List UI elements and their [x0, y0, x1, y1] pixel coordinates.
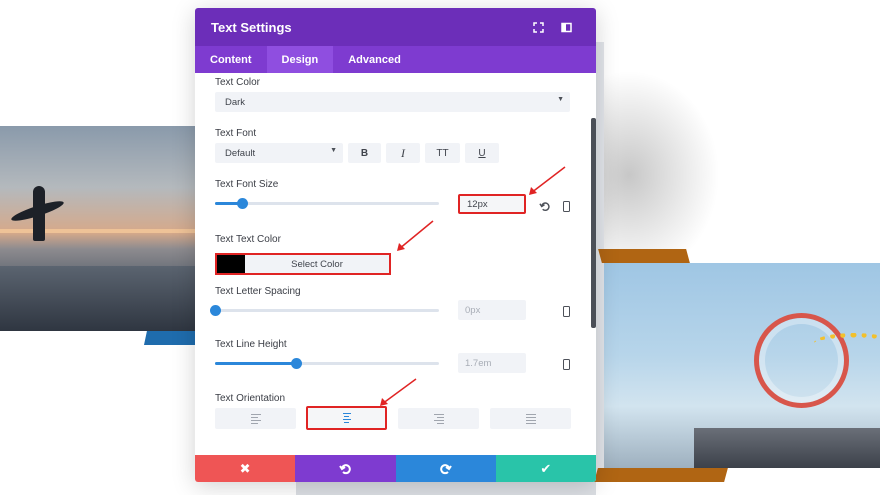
align-left-icon	[250, 413, 261, 424]
align-left-button[interactable]	[215, 408, 296, 429]
text-font-value: Default	[225, 147, 256, 159]
text-letter-spacing-label: Text Letter Spacing	[215, 286, 301, 297]
bold-button[interactable]: B	[348, 143, 381, 163]
orange-accent-shape	[598, 249, 690, 263]
letter-spacing-slider-handle[interactable]	[210, 305, 221, 316]
text-color-select[interactable]: Dark ▼	[215, 92, 570, 112]
photo-pier-deck	[694, 428, 880, 468]
surfer-photo	[0, 126, 200, 331]
mobile-icon[interactable]	[559, 304, 573, 318]
photo-ferris-wheel	[754, 313, 849, 408]
mobile-icon[interactable]	[559, 199, 573, 213]
align-right-icon	[433, 413, 444, 424]
fullscreen-icon[interactable]	[524, 17, 552, 37]
align-center-icon	[342, 413, 351, 423]
cancel-button[interactable]: ✖	[195, 455, 296, 482]
mobile-icon[interactable]	[559, 357, 573, 371]
italic-button[interactable]: I	[386, 143, 420, 163]
photo-horizon	[0, 229, 200, 233]
text-orientation-label: Text Orientation	[215, 393, 286, 404]
color-picker[interactable]: Select Color	[215, 253, 391, 275]
photo-surfer-figure	[33, 186, 45, 241]
text-font-select[interactable]: Default ▼	[215, 143, 343, 163]
text-font-size-label: Text Font Size	[215, 179, 279, 190]
modal-header: Text Settings	[195, 8, 596, 46]
text-text-color-label: Text Text Color	[215, 234, 281, 245]
font-size-slider-handle[interactable]	[237, 198, 248, 209]
action-bar: ✖ ✔	[195, 455, 596, 482]
line-height-input[interactable]: 1.7em	[458, 353, 526, 373]
text-font-label: Text Font	[215, 128, 257, 139]
check-icon: ✔	[540, 460, 552, 476]
line-height-slider-fill	[215, 362, 296, 365]
save-button[interactable]: ✔	[495, 455, 596, 482]
close-icon: ✖	[239, 460, 251, 476]
chevron-down-icon: ▼	[330, 147, 337, 154]
text-settings-modal: Text Settings Content Design Advanced Te…	[195, 8, 596, 482]
annotation-arrow-font-size	[529, 166, 566, 195]
letter-spacing-input[interactable]: 0px	[458, 300, 526, 320]
redo-icon	[439, 463, 452, 474]
settings-body: Text Color Dark ▼ Text Font Default ▼ B …	[195, 73, 596, 455]
photo-water	[0, 266, 200, 331]
chevron-down-icon: ▼	[557, 96, 564, 103]
modal-title: Text Settings	[211, 19, 292, 35]
undo-button[interactable]	[295, 455, 396, 482]
annotation-arrow-orientation	[380, 378, 417, 406]
font-size-slider-track[interactable]	[215, 202, 439, 205]
page-canvas: Text Settings Content Design Advanced Te…	[0, 0, 880, 495]
scrollbar[interactable]	[591, 118, 596, 328]
select-color-button[interactable]: Select Color	[245, 255, 389, 273]
font-size-input[interactable]: 12px	[458, 194, 526, 214]
letter-spacing-slider-track[interactable]	[215, 309, 439, 312]
undo-icon	[339, 463, 352, 474]
split-view-icon[interactable]	[552, 17, 580, 37]
text-color-label: Text Color	[215, 77, 261, 88]
align-justify-button[interactable]	[490, 408, 571, 429]
align-justify-icon	[525, 413, 536, 424]
underline-button[interactable]: U	[465, 143, 499, 163]
orange-accent-shape-bottom	[594, 468, 728, 482]
tab-design[interactable]: Design	[266, 46, 334, 73]
tab-bar: Content Design Advanced	[195, 46, 596, 73]
line-height-slider-handle[interactable]	[291, 358, 302, 369]
tab-content[interactable]: Content	[195, 46, 267, 73]
align-center-button[interactable]	[306, 406, 387, 430]
photo-roller-coaster	[814, 333, 880, 353]
pier-photo	[604, 263, 880, 468]
annotation-arrow-text-color	[397, 220, 434, 251]
tab-advanced[interactable]: Advanced	[333, 46, 416, 73]
redo-button[interactable]	[395, 455, 496, 482]
reset-icon[interactable]	[537, 199, 551, 213]
text-line-height-label: Text Line Height	[215, 339, 287, 350]
text-color-value: Dark	[225, 96, 246, 108]
uppercase-button[interactable]: TT	[425, 143, 460, 163]
align-right-button[interactable]	[398, 408, 479, 429]
color-swatch[interactable]	[217, 255, 245, 273]
